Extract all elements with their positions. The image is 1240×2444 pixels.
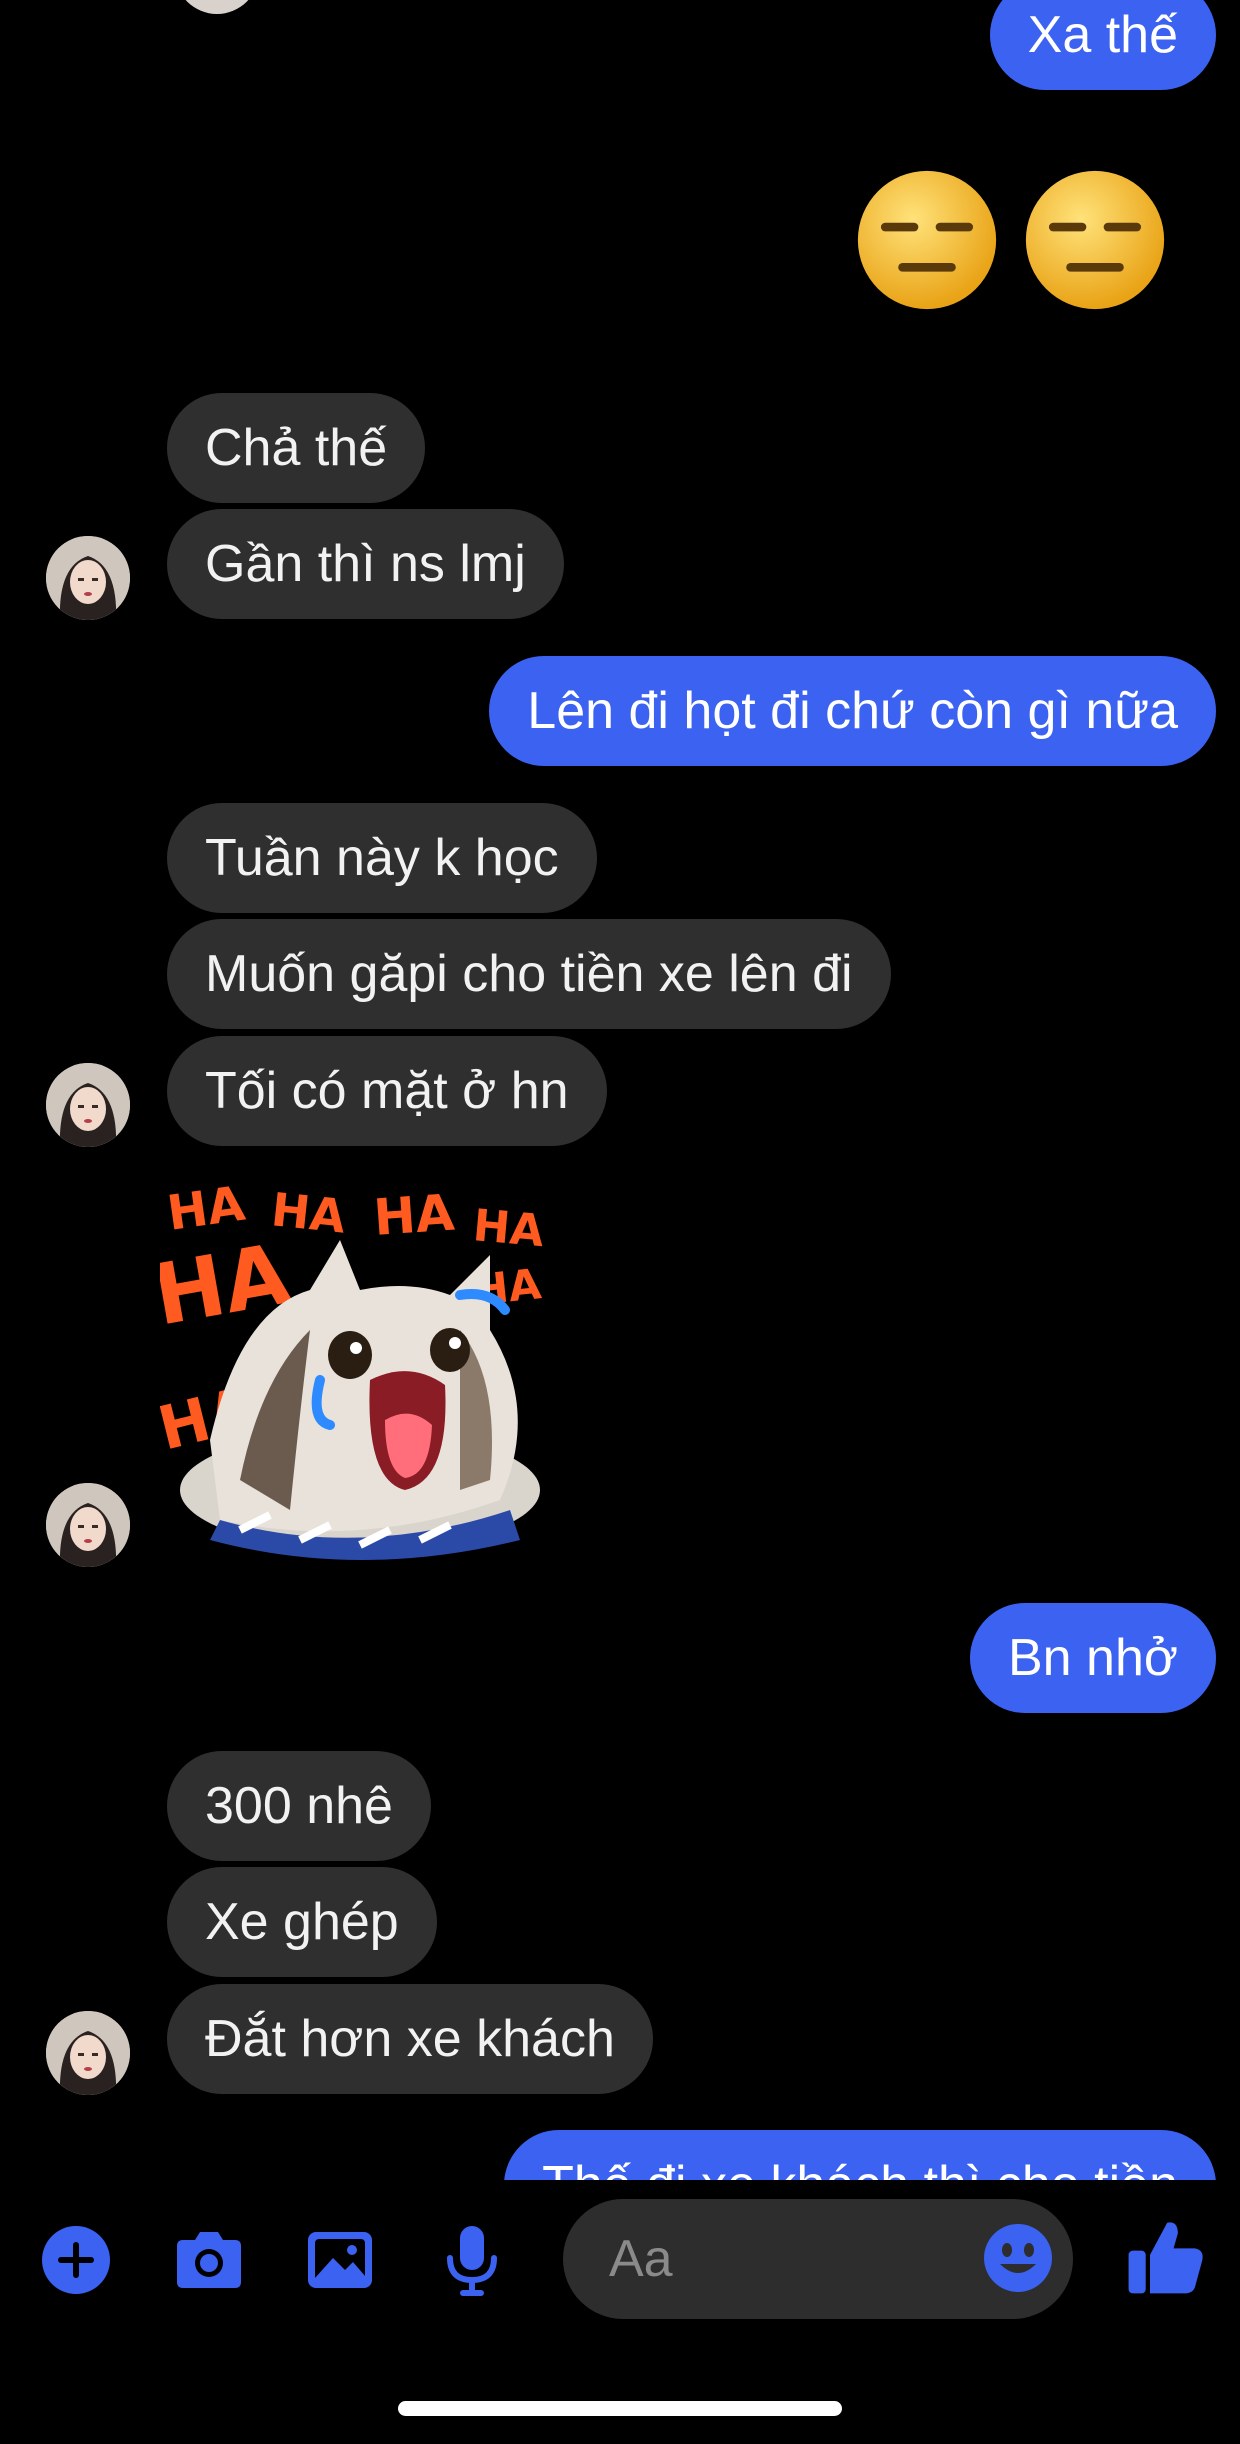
- message-bubble-outgoing[interactable]: Thế đi xe khách thì cho tiền: [504, 2130, 1216, 2180]
- contact-avatar-image: [46, 1063, 130, 1147]
- contact-avatar-image: [46, 536, 130, 620]
- contact-avatar[interactable]: [46, 1483, 130, 1567]
- microphone-icon[interactable]: [430, 2218, 514, 2302]
- laughing-cat-sticker[interactable]: HA HA HA HA HA HA HA: [160, 1180, 560, 1570]
- message-input-placeholder: Aa: [609, 2230, 673, 2288]
- expressionless-face-icon[interactable]: [1023, 168, 1167, 312]
- home-indicator[interactable]: [398, 2401, 842, 2416]
- message-bubble-incoming[interactable]: Gần thì ns lmj: [167, 509, 564, 619]
- message-bubble-incoming[interactable]: Xe ghép: [167, 1867, 437, 1977]
- message-bubble-outgoing[interactable]: Xa thế: [989, 0, 1216, 90]
- plus-icon[interactable]: [34, 2218, 118, 2302]
- message-bubble-outgoing[interactable]: Bn nhở: [970, 1603, 1216, 1713]
- message-bubble-incoming[interactable]: Tuần này k học: [167, 803, 597, 913]
- contact-avatar[interactable]: [175, 0, 259, 14]
- message-bubble-incoming[interactable]: Đắt hơn xe khách: [167, 1984, 653, 2094]
- image-icon[interactable]: [298, 2218, 382, 2302]
- contact-avatar[interactable]: [46, 2011, 130, 2095]
- thumbs-up-icon[interactable]: [1120, 2212, 1210, 2302]
- svg-text:HA: HA: [471, 1200, 546, 1257]
- contact-avatar[interactable]: [46, 536, 130, 620]
- message-bubble-incoming[interactable]: Tối có mặt ở hn: [167, 1036, 607, 1146]
- contact-avatar-image: [46, 2011, 130, 2095]
- svg-text:HA: HA: [372, 1183, 457, 1246]
- message-bubble-outgoing[interactable]: Lên đi họt đi chứ còn gì nữa: [489, 656, 1216, 766]
- message-bubble-incoming[interactable]: Chả thế: [167, 393, 426, 503]
- expressionless-face-icon[interactable]: [855, 168, 999, 312]
- contact-avatar[interactable]: [46, 1063, 130, 1147]
- message-list[interactable]: Xa thế Chả thế Gần thì ns lmj Lên đi họt…: [0, 0, 1240, 2180]
- emoji-icon[interactable]: [976, 2216, 1060, 2300]
- contact-avatar-image: [46, 1483, 130, 1567]
- camera-icon[interactable]: [167, 2218, 251, 2302]
- message-bubble-incoming[interactable]: Muốn găpi cho tiền xe lên đi: [167, 919, 891, 1029]
- message-bubble-incoming[interactable]: 300 nhê: [167, 1751, 431, 1861]
